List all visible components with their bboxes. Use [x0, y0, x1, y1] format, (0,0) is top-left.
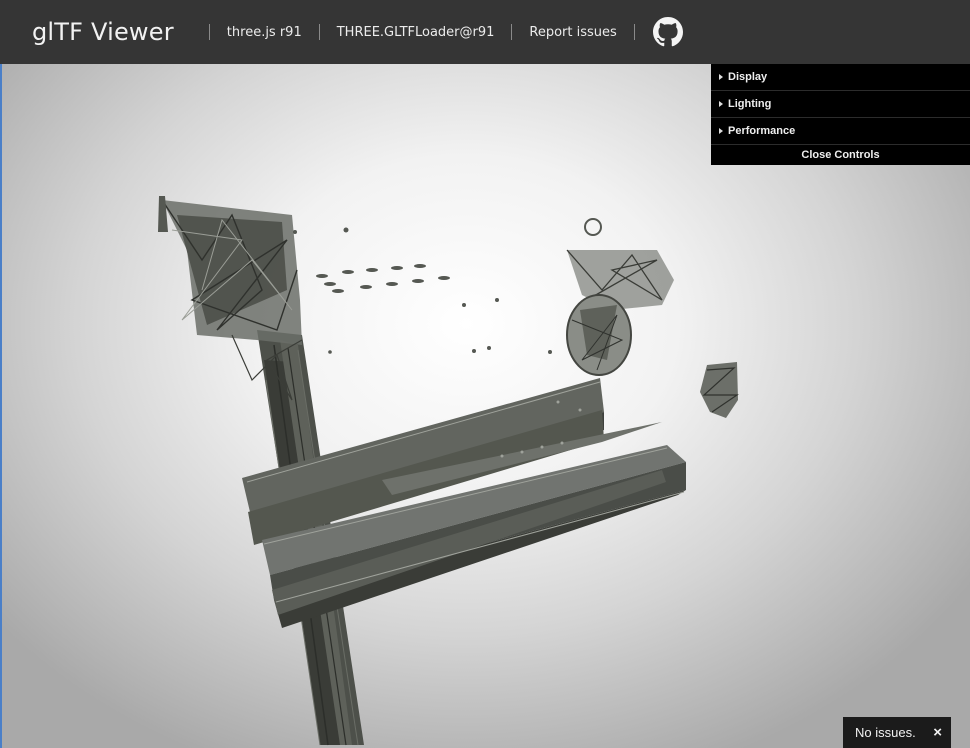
- caret-right-icon: [719, 74, 723, 80]
- header-divider: [511, 24, 513, 40]
- threejs-version-link[interactable]: three.js r91: [227, 25, 302, 40]
- header-divider: [318, 24, 320, 40]
- validation-status-toast[interactable]: No issues. ×: [843, 717, 951, 748]
- header-divider: [633, 24, 635, 40]
- close-icon[interactable]: ×: [933, 725, 942, 740]
- 3d-viewport[interactable]: [0, 64, 970, 748]
- folder-performance[interactable]: Performance: [711, 118, 970, 145]
- folder-label: Lighting: [728, 98, 772, 110]
- github-icon[interactable]: [652, 17, 683, 47]
- header-divider: [208, 24, 210, 40]
- caret-right-icon: [719, 101, 723, 107]
- model-render: [158, 196, 739, 746]
- folder-label: Display: [728, 71, 768, 83]
- small-right-object: [700, 362, 739, 418]
- app-title: glTF Viewer: [32, 18, 174, 46]
- report-issues-link[interactable]: Report issues: [529, 25, 616, 40]
- floating-fragments: [293, 227, 552, 354]
- folder-label: Performance: [728, 125, 796, 137]
- app-header: glTF Viewer three.js r91 THREE.GLTFLoade…: [0, 0, 970, 64]
- folder-display[interactable]: Display: [711, 64, 970, 91]
- caret-right-icon: [719, 128, 723, 134]
- controls-panel: Display Lighting Performance Close Contr…: [711, 64, 970, 165]
- right-wireframe-cluster: [566, 218, 674, 376]
- close-controls-button[interactable]: Close Controls: [711, 145, 970, 165]
- status-message: No issues.: [855, 725, 916, 740]
- folder-lighting[interactable]: Lighting: [711, 91, 970, 118]
- gltfloader-version-link[interactable]: THREE.GLTFLoader@r91: [337, 25, 495, 40]
